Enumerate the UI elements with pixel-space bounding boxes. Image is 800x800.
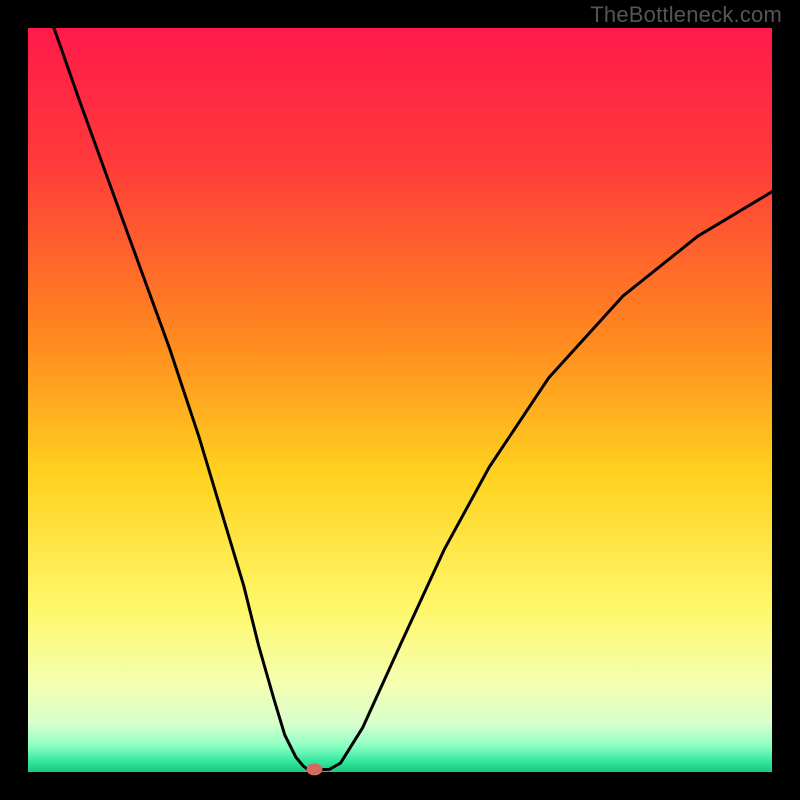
plot-area — [28, 28, 772, 772]
bottleneck-chart — [0, 0, 800, 800]
watermark-text: TheBottleneck.com — [590, 2, 782, 28]
chart-frame: TheBottleneck.com — [0, 0, 800, 800]
marker-dot — [306, 763, 322, 775]
